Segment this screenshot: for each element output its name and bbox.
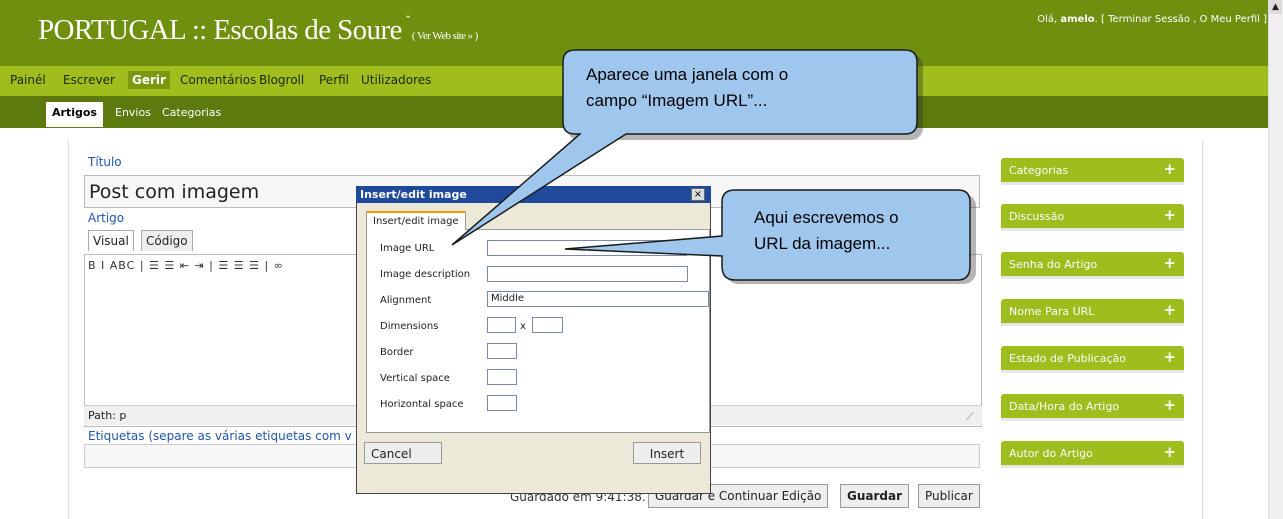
- callout-right-text-1: Aqui escrevemos o: [754, 208, 899, 227]
- callout-top-text-2: campo “Imagem URL”...: [586, 91, 768, 110]
- callout-right-text-2: URL da imagem...: [754, 234, 891, 253]
- callout-top-text-1: Aparece uma janela com o: [586, 65, 789, 84]
